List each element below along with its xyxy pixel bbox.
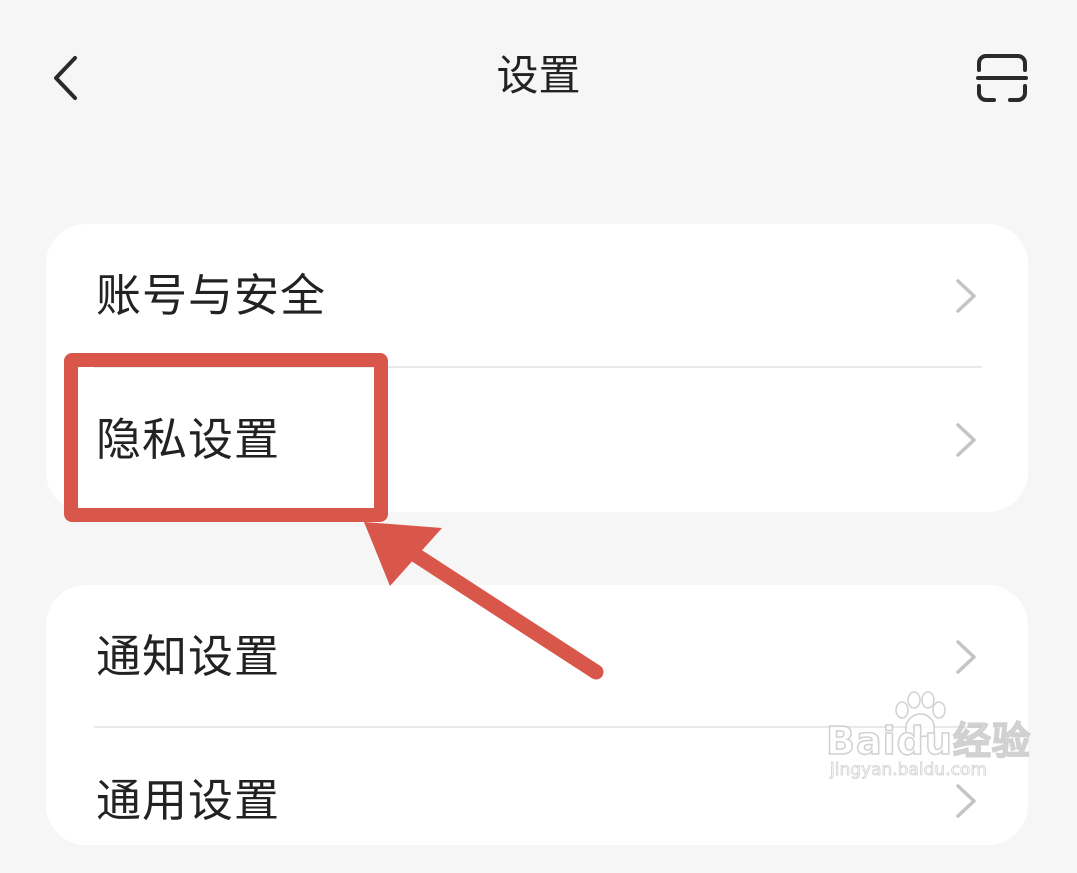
page-title: 设置: [496, 51, 581, 100]
settings-item-label: 账号与安全: [96, 269, 327, 322]
nav-bar: 设置: [0, 0, 1077, 150]
watermark-brand: Baidu经验: [825, 718, 1031, 764]
watermark-url: jingyan.baidu.com: [830, 760, 988, 781]
annotation-arrow-icon: [364, 522, 604, 680]
settings-item-label: 通用设置: [96, 774, 281, 827]
scan-icon: [976, 54, 1028, 102]
chevron-right-icon: [956, 640, 976, 674]
settings-item-label: 通知设置: [96, 630, 281, 683]
settings-item-account-security[interactable]: 账号与安全: [46, 224, 1028, 368]
chevron-right-icon: [956, 279, 976, 313]
baidu-watermark: Baidu经验 jingyan.baidu.com: [825, 690, 1031, 790]
chevron-right-icon: [956, 423, 976, 457]
scan-button[interactable]: [970, 48, 1034, 108]
annotation-highlight-box: [64, 353, 388, 522]
